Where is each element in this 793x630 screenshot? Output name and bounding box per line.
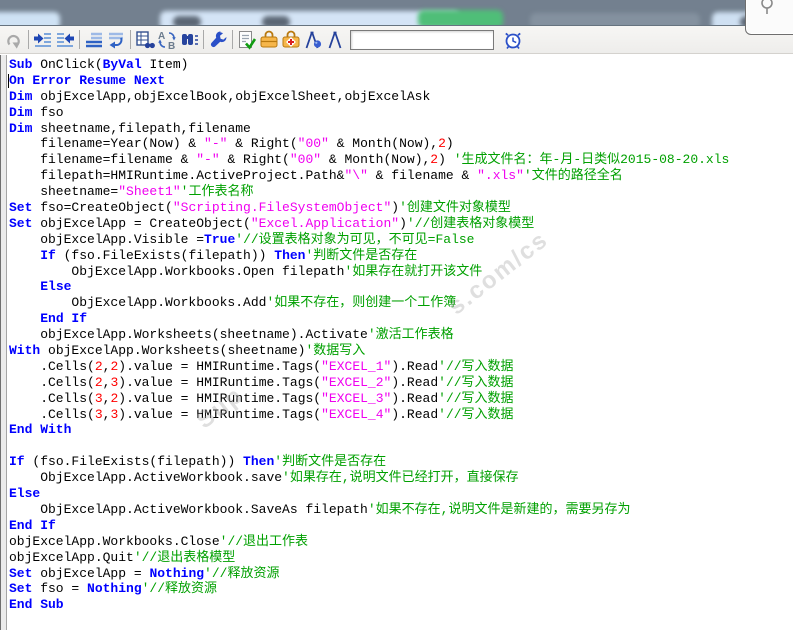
code-line: objExcelApp.Worksheets(sheetname).Activa… [9, 327, 454, 343]
background-window-strip [0, 0, 793, 25]
script-editor-window: A B Sub OnClick(ByVal Item) On Error Res… [0, 0, 793, 630]
code-line: .Cells(2,2).value = HMIRuntime.Tags("EXC… [9, 358, 514, 374]
compass-icon [328, 31, 342, 48]
code-line: If (fso.FileExists(filepath)) Then'判断文件是… [40, 247, 418, 263]
code-editor[interactable]: Sub OnClick(ByVal Item) On Error Resume N… [0, 55, 793, 630]
indent-button[interactable] [32, 29, 54, 51]
compass-object-icon [305, 31, 322, 48]
toolbar-search-input[interactable] [350, 29, 494, 50]
overlapping-window-fragment [745, 0, 793, 35]
toolbox-button[interactable] [258, 29, 280, 51]
tools-button[interactable] [207, 29, 229, 51]
code-line: With objExcelApp.Worksheets(sheetname)'数… [9, 343, 366, 359]
find-next-button[interactable] [178, 29, 200, 51]
toolbar-separator [130, 30, 131, 49]
toolbox-add-button[interactable] [280, 29, 302, 51]
code-line: sheetname="Sheet1"'工作表名称 [9, 184, 254, 200]
code-line: filename=filename & "-" & Right("00" & M… [9, 152, 730, 168]
redo-button[interactable] [3, 29, 25, 51]
toolbar-separator [79, 30, 80, 49]
indent-icon [34, 32, 51, 47]
code-line: Set objExcelApp = Nothing'//释放资源 [9, 565, 280, 581]
blurred-panel [530, 13, 700, 25]
format-revert-button[interactable] [105, 29, 127, 51]
code-line: ObjExcelApp.Workbooks.Open filepath'如果存在… [9, 263, 483, 279]
code-line: .Cells(3,3).value = HMIRuntime.Tags("EXC… [9, 406, 514, 422]
lines-undo-icon [109, 32, 123, 48]
editor-toolbar: A B [0, 25, 793, 54]
toolbox-add-icon [282, 30, 300, 47]
toolbar-separator [232, 30, 233, 49]
text-caret [8, 74, 9, 88]
code-line: ObjExcelApp.ActiveWorkbook.SaveAs filepa… [9, 501, 631, 517]
code-line: End If [9, 517, 56, 533]
code-line: Dim sheetname,filepath,filename [9, 120, 251, 136]
cropped-glyph-icon [761, 0, 773, 14]
code-line: Set objExcelApp = CreateObject("Excel.Ap… [9, 215, 535, 231]
toolbar-separator [28, 30, 29, 49]
replace-icon: A B [158, 31, 176, 51]
find-in-document-icon [136, 30, 155, 48]
code-line: Dim fso [9, 104, 64, 120]
code-line: Dim objExcelApp,objExcelBook,objExcelShe… [9, 88, 431, 104]
blurred-glyph [173, 16, 201, 25]
code-line: Sub OnClick(ByVal Item) [9, 57, 189, 72]
code-line: filepath=HMIRuntime.ActiveProject.Path&"… [9, 168, 623, 184]
redo-icon [7, 34, 20, 49]
format-align-button[interactable] [83, 29, 105, 51]
code-line: Set fso=CreateObject("Scripting.FileSyst… [9, 200, 511, 216]
object-picker-button[interactable] [302, 29, 324, 51]
code-line: objExcelApp.Quit'//退出表格模型 [9, 549, 236, 565]
blurred-panel [160, 11, 460, 25]
code-line: Else [9, 486, 41, 502]
toolbar-separator [203, 30, 204, 49]
selection-margin [1, 55, 7, 630]
code-line: objExcelApp.Visible =True'//设置表格对象为可见，不可… [9, 231, 475, 247]
code-line: Set fso = Nothing'//释放资源 [9, 581, 218, 597]
code-line: Else [40, 279, 72, 295]
code-line: On Error Resume Next [9, 72, 166, 88]
code-lines: Sub OnClick(ByVal Item) On Error Resume N… [9, 57, 793, 613]
code-line: End If [40, 311, 88, 327]
blurred-green-button [418, 10, 503, 25]
blurred-glyph [262, 16, 290, 25]
measure-button[interactable] [324, 29, 346, 51]
find-binoculars-icon [182, 33, 198, 45]
wrench-icon [210, 30, 227, 47]
code-line: ObjExcelApp.Workbooks.Add'如果不存在，则创建一个工作簿 [9, 295, 457, 311]
timer-button[interactable] [502, 29, 524, 51]
outdent-icon [57, 32, 74, 47]
toolbox-icon [260, 30, 278, 47]
outdent-button[interactable] [54, 29, 76, 51]
blurred-button [0, 12, 60, 25]
code-line: End With [9, 422, 72, 438]
find-in-document-button[interactable] [134, 29, 156, 51]
align-lines-icon [86, 32, 102, 47]
svg-text:A: A [158, 31, 165, 42]
svg-text:B: B [168, 41, 175, 51]
code-line: End Sub [9, 597, 64, 613]
code-line: ObjExcelApp.ActiveWorkbook.save'如果存在,说明文… [9, 470, 519, 486]
code-line: objExcelApp.Workbooks.Close'//退出工作表 [9, 533, 309, 549]
syntax-check-icon [239, 30, 257, 50]
code-line: .Cells(3,2).value = HMIRuntime.Tags("EXC… [9, 390, 514, 406]
code-line: If (fso.FileExists(filepath)) Then'判断文件是… [9, 454, 387, 470]
code-line: .Cells(2,3).value = HMIRuntime.Tags("EXC… [9, 374, 514, 390]
timer-icon [505, 32, 521, 49]
replace-button[interactable]: A B [156, 29, 178, 51]
code-line: filename=Year(Now) & "-" & Right("00" & … [9, 136, 454, 152]
syntax-check-button[interactable] [236, 29, 258, 51]
